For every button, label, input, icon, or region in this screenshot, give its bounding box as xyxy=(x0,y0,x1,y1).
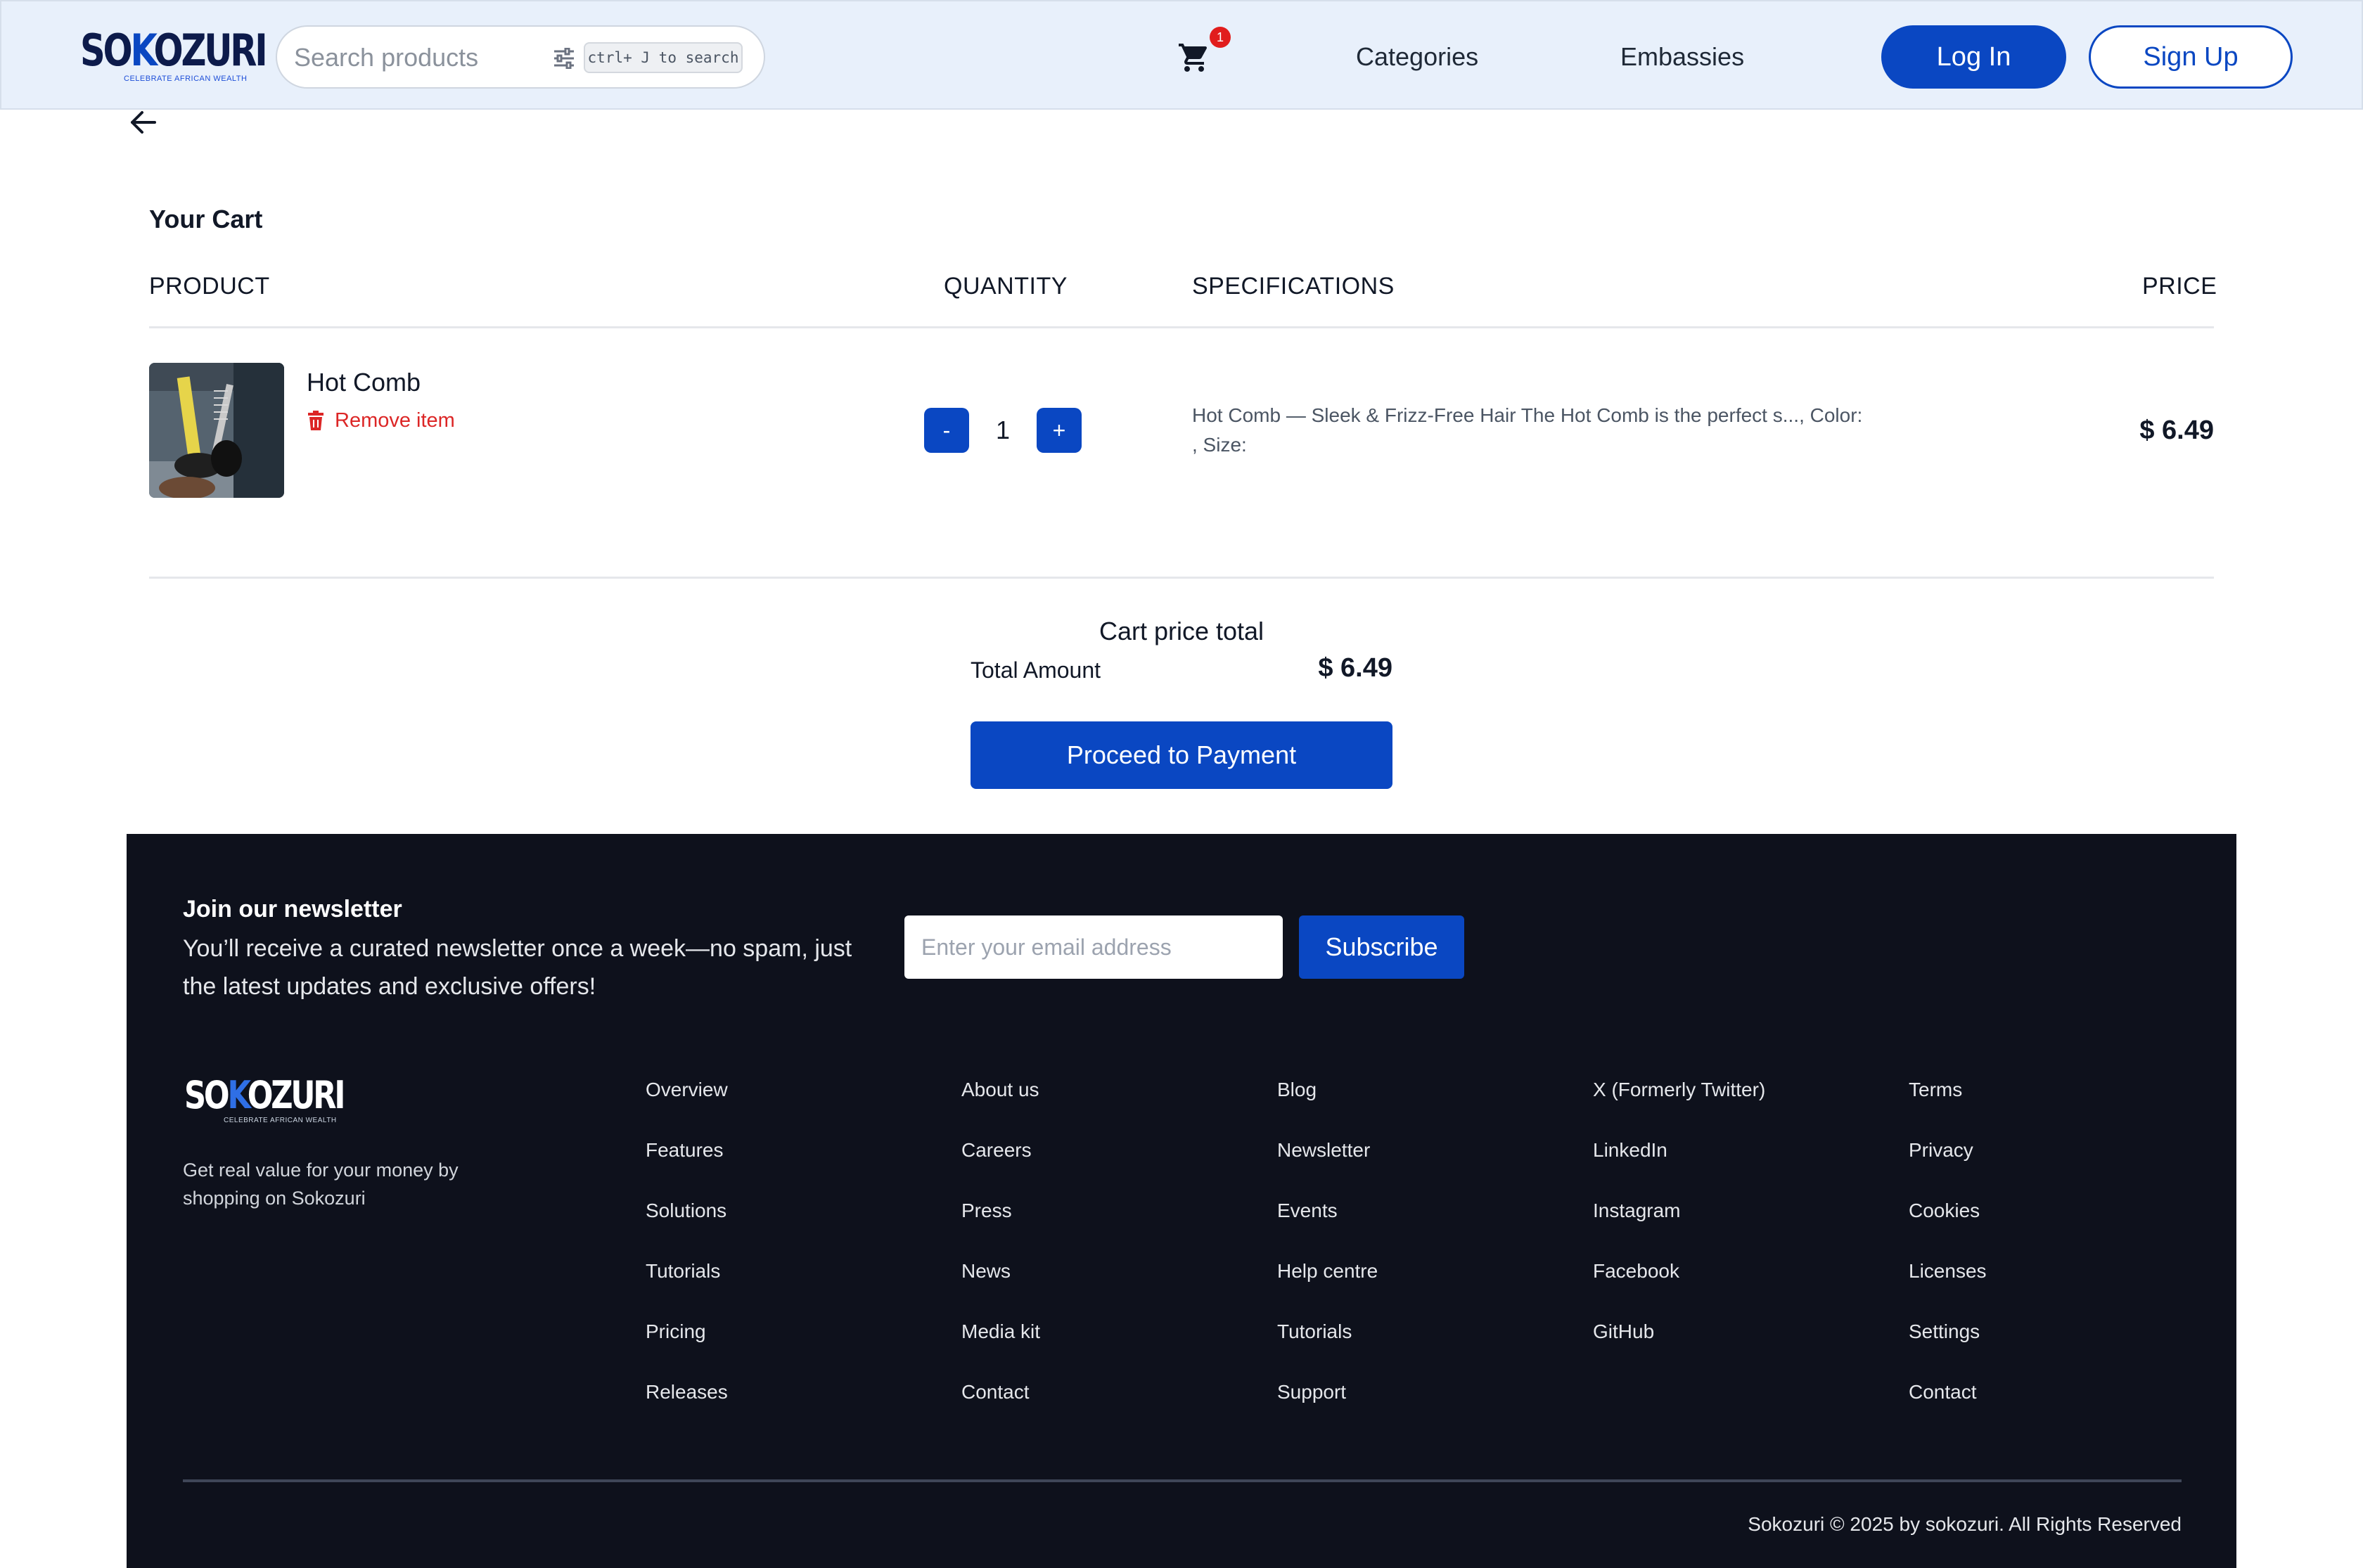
footer-link[interactable]: X (Formerly Twitter) xyxy=(1593,1077,1765,1138)
sokozuri-logo[interactable]: SOKOZURI CELEBRATE AFRICAN WEALTH xyxy=(80,25,268,84)
footer-link[interactable]: About us xyxy=(961,1077,1040,1138)
footer-link[interactable]: Overview xyxy=(646,1077,728,1138)
footer-link[interactable]: Terms xyxy=(1909,1077,1987,1138)
table-divider xyxy=(149,326,2214,328)
column-header-price: PRICE xyxy=(2142,273,2217,300)
logo-wordmark: SOKOZURI xyxy=(80,25,268,76)
newsletter-title: Join our newsletter xyxy=(183,896,402,923)
footer-link[interactable]: Solutions xyxy=(646,1198,728,1259)
footer-logo[interactable]: SOKOZURI CELEBRATE AFRICAN WEALTH xyxy=(184,1073,345,1124)
product-specifications: Hot Comb — Sleek & Frizz-Free Hair The H… xyxy=(1192,404,1863,456)
cart-total-title: Cart price total xyxy=(1099,617,1264,645)
table-divider xyxy=(149,577,2214,579)
total-amount-value: $ 6.49 xyxy=(1318,653,1392,683)
trash-icon xyxy=(308,411,324,430)
footer-link[interactable]: Instagram xyxy=(1593,1198,1765,1259)
footer-link[interactable]: GitHub xyxy=(1593,1319,1765,1380)
footer-link[interactable]: Cookies xyxy=(1909,1198,1987,1259)
footer-tagline: Get real value for your money by shoppin… xyxy=(183,1159,459,1209)
footer-link[interactable]: Contact xyxy=(1909,1380,1987,1440)
product-thumbnail[interactable] xyxy=(149,363,284,498)
product-price: $ 6.49 xyxy=(2139,416,2214,445)
nav-embassies[interactable]: Embassies xyxy=(1620,41,1744,73)
footer-link[interactable]: Help centre xyxy=(1277,1259,1378,1319)
login-button[interactable]: Log In xyxy=(1881,25,2066,89)
footer-logo-tagline: CELEBRATE AFRICAN WEALTH xyxy=(224,1117,337,1124)
page-title: Your Cart xyxy=(149,205,263,233)
footer-link[interactable]: Releases xyxy=(646,1380,728,1440)
footer-link[interactable]: Press xyxy=(961,1198,1040,1259)
search-input[interactable] xyxy=(294,42,526,73)
footer-link[interactable]: Settings xyxy=(1909,1319,1987,1380)
copyright-text: Sokozuri © 2025 by sokozuri. All Rights … xyxy=(1748,1513,2182,1535)
footer-links-legal: Terms Privacy Cookies Licenses Settings … xyxy=(1909,1077,1987,1440)
footer-link[interactable]: Facebook xyxy=(1593,1259,1765,1319)
cart-count-badge: 1 xyxy=(1210,27,1231,48)
arrow-left-icon[interactable] xyxy=(127,107,160,138)
quantity-value: 1 xyxy=(995,416,1011,444)
footer-link[interactable]: Contact xyxy=(961,1380,1040,1440)
site-footer: Join our newsletter You’ll receive a cur… xyxy=(127,834,2236,1568)
column-header-specifications: SPECIFICATIONS xyxy=(1192,273,1395,300)
footer-link[interactable]: Privacy xyxy=(1909,1138,1987,1198)
column-header-quantity: QUANTITY xyxy=(944,273,1068,300)
search-bar[interactable]: ctrl+ J to search xyxy=(276,25,765,89)
newsletter-description: You’ll receive a curated newsletter once… xyxy=(183,935,852,1000)
proceed-to-payment-button[interactable]: Proceed to Payment xyxy=(971,721,1392,789)
footer-logo-wordmark: SOKOZURI xyxy=(184,1073,345,1117)
footer-links-product: Overview Features Solutions Tutorials Pr… xyxy=(646,1077,728,1440)
signup-button[interactable]: Sign Up xyxy=(2089,25,2293,89)
newsletter-email-input[interactable] xyxy=(904,915,1283,979)
logo-tagline: CELEBRATE AFRICAN WEALTH xyxy=(124,75,248,83)
nav-categories[interactable]: Categories xyxy=(1356,41,1478,73)
footer-link[interactable]: Blog xyxy=(1277,1077,1378,1138)
sliders-icon[interactable] xyxy=(553,48,575,69)
column-header-product: PRODUCT xyxy=(149,273,270,300)
footer-link[interactable]: Support xyxy=(1277,1380,1378,1440)
footer-link[interactable]: Media kit xyxy=(961,1319,1040,1380)
footer-link[interactable]: Features xyxy=(646,1138,728,1198)
cart-icon[interactable] xyxy=(1177,41,1211,75)
subscribe-button[interactable]: Subscribe xyxy=(1299,915,1464,979)
footer-link[interactable]: Events xyxy=(1277,1198,1378,1259)
top-navbar: SOKOZURI CELEBRATE AFRICAN WEALTH ctrl+ … xyxy=(0,0,2363,110)
quantity-decrease-button[interactable]: - xyxy=(924,408,969,453)
footer-link[interactable]: Licenses xyxy=(1909,1259,1987,1319)
footer-link[interactable]: Tutorials xyxy=(1277,1319,1378,1380)
footer-links-social: X (Formerly Twitter) LinkedIn Instagram … xyxy=(1593,1077,1765,1380)
quantity-increase-button[interactable]: + xyxy=(1037,408,1082,453)
remove-item-label: Remove item xyxy=(335,409,455,432)
footer-link[interactable]: Newsletter xyxy=(1277,1138,1378,1198)
footer-link[interactable]: Tutorials xyxy=(646,1259,728,1319)
footer-link[interactable]: Pricing xyxy=(646,1319,728,1380)
product-name[interactable]: Hot Comb xyxy=(307,367,421,398)
remove-item-button[interactable]: Remove item xyxy=(307,408,455,433)
footer-links-company: About us Careers Press News Media kit Co… xyxy=(961,1077,1040,1440)
footer-link[interactable]: Careers xyxy=(961,1138,1040,1198)
footer-divider xyxy=(183,1479,2182,1482)
search-shortcut-hint: ctrl+ J to search xyxy=(584,42,743,73)
total-amount-label: Total Amount xyxy=(971,657,1101,683)
footer-links-resources: Blog Newsletter Events Help centre Tutor… xyxy=(1277,1077,1378,1440)
footer-link[interactable]: News xyxy=(961,1259,1040,1319)
footer-link[interactable]: LinkedIn xyxy=(1593,1138,1765,1198)
